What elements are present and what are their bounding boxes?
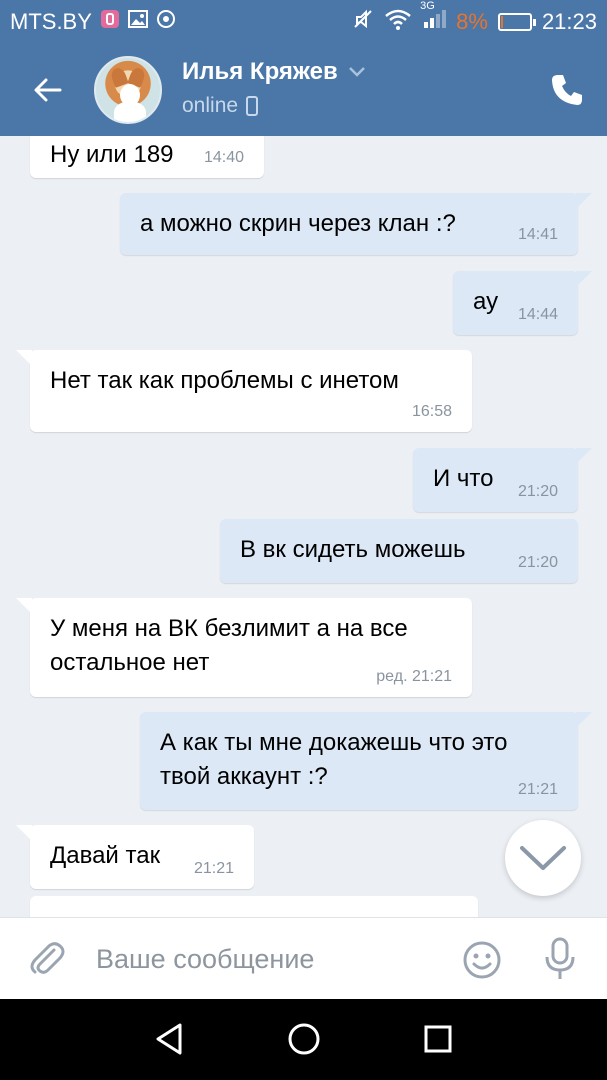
emoji-button[interactable] (462, 940, 502, 980)
battery-icon (497, 13, 536, 31)
back-button[interactable] (0, 44, 96, 136)
contact-info[interactable]: Илья Кряжев online (182, 58, 366, 118)
triangle-back-icon (156, 1023, 182, 1055)
message-text: А как ты мне докажешь что это твой аккау… (160, 729, 508, 790)
message-incoming[interactable]: Давай так 21:21 (16, 825, 254, 889)
contact-name: Илья Кряжев (182, 58, 338, 85)
signal-icon: 3G (420, 0, 447, 36)
message-time: 14:41 (517, 226, 558, 243)
message-outgoing[interactable]: А как ты мне докажешь что это твой аккау… (140, 712, 592, 810)
microphone-icon (545, 937, 575, 979)
call-button[interactable] (549, 72, 585, 108)
message-time: ред. 21:21 (376, 668, 452, 685)
voice-message-button[interactable] (542, 936, 578, 982)
chat-header: Илья Кряжев online (0, 44, 607, 136)
gallery-icon (127, 9, 148, 35)
chrome-icon (156, 9, 176, 35)
nav-recents-button[interactable] (420, 1021, 456, 1057)
message-text: Нет так как проблемы с инетом (50, 367, 399, 394)
message-outgoing[interactable]: ау 14:44 (453, 271, 592, 335)
phone-icon (552, 75, 582, 105)
chevron-down-icon (520, 846, 566, 870)
message-text: В вк сидеть можешь (240, 536, 466, 563)
message-text: И что (433, 465, 494, 492)
message-text: Ну или 189 (50, 141, 174, 168)
chevron-down-icon (348, 67, 365, 77)
message-incoming[interactable]: Ну или 189 14:40 (30, 136, 264, 178)
attach-button[interactable] (26, 938, 66, 978)
message-outgoing[interactable]: В вк сидеть можешь 21:20 (220, 519, 578, 583)
battery-percent: 8% (456, 9, 488, 34)
circle-home-icon (288, 1023, 320, 1055)
smiley-icon (463, 941, 501, 979)
message-time: 21:20 (517, 554, 558, 571)
arrow-left-icon (34, 78, 62, 102)
notification-app-icon (100, 9, 120, 35)
nav-home-button[interactable] (286, 1021, 322, 1057)
message-input[interactable] (96, 936, 436, 982)
clock: 21:23 (541, 9, 597, 34)
message-time: 21:20 (517, 483, 558, 500)
status-bar: MTS.BY 3G 8% 21:23 (0, 0, 607, 44)
message-time: 21:21 (517, 781, 558, 798)
message-outgoing[interactable]: а можно скрин через клан :? 14:41 (120, 193, 592, 255)
message-composer (0, 917, 607, 999)
mobile-device-icon (246, 96, 259, 116)
message-text: Давай так (50, 842, 161, 869)
message-text: а можно скрин через клан :? (140, 210, 456, 237)
message-time: 14:40 (203, 149, 244, 166)
android-nav-bar (0, 999, 607, 1080)
scroll-down-button[interactable] (505, 820, 581, 896)
carrier-label: MTS.BY (10, 9, 92, 34)
message-incoming[interactable]: Нет так как проблемы с инетом 16:58 (16, 350, 472, 432)
message-outgoing[interactable]: И что 21:20 (413, 448, 592, 512)
message-time: 16:58 (411, 403, 452, 420)
nav-back-button[interactable] (152, 1021, 188, 1057)
message-text: ау (473, 288, 499, 315)
mute-icon (352, 8, 374, 36)
wifi-icon (384, 8, 412, 36)
message-time: 14:44 (517, 306, 558, 323)
square-recents-icon (424, 1025, 452, 1053)
message-incoming[interactable]: У меня на ВК безлимит а на все остальное… (16, 598, 472, 697)
message-time: 21:21 (193, 860, 234, 877)
message-list[interactable]: Ну или 189 14:40 а можно скрин через кла… (0, 136, 607, 917)
paperclip-icon (30, 942, 65, 974)
avatar[interactable] (94, 56, 162, 124)
contact-status: online (182, 94, 239, 117)
message-incoming-partial[interactable] (30, 896, 478, 917)
network-type-label: 3G (420, 0, 435, 12)
